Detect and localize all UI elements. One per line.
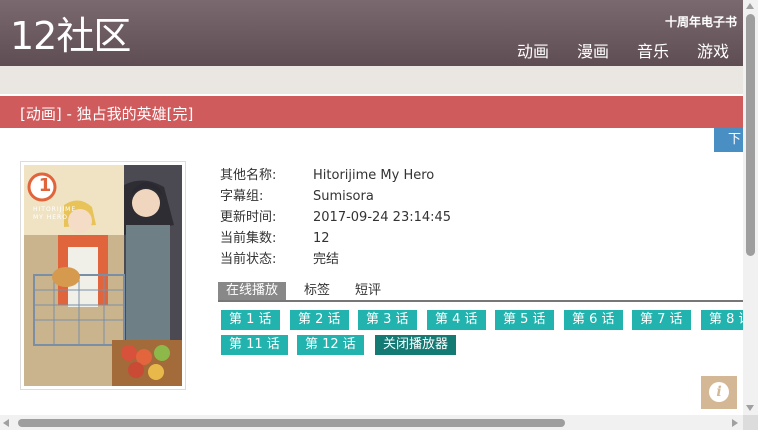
info-value: 12: [313, 231, 330, 246]
vertical-scrollbar[interactable]: [743, 0, 758, 415]
episode-button[interactable]: 第 3 话: [358, 310, 417, 330]
scrollbar-corner: [743, 415, 758, 430]
episode-button[interactable]: 第 6 话: [564, 310, 623, 330]
download-button[interactable]: 下: [714, 128, 743, 152]
episode-button[interactable]: 第 12 话: [297, 335, 364, 355]
vertical-scroll-thumb[interactable]: [746, 14, 755, 256]
page-title: [动画] - 独占我的英雄[完]: [20, 105, 194, 123]
info-button[interactable]: i: [701, 376, 737, 409]
horizontal-scrollbar[interactable]: [0, 415, 743, 430]
horizontal-scroll-thumb[interactable]: [18, 419, 565, 427]
main-nav: 动画 漫画 音乐 游戏: [517, 38, 729, 62]
episode-button[interactable]: 第 11 话: [221, 335, 288, 355]
close-player-button[interactable]: 关闭播放器: [375, 335, 457, 355]
info-label: 其他名称:: [220, 168, 277, 183]
scroll-left-arrow-icon[interactable]: [3, 419, 9, 427]
volume-number: 1: [38, 175, 52, 196]
info-label: 字幕组:: [220, 189, 264, 204]
nav-item-games[interactable]: 游戏: [697, 38, 729, 62]
tab-online-play[interactable]: 在线播放: [218, 282, 287, 300]
info-label: 更新时间:: [220, 210, 277, 225]
cover-title-line1: HITORIJIME: [33, 206, 77, 213]
episode-button[interactable]: 第 5 话: [495, 310, 554, 330]
cover-illustration: [24, 165, 182, 386]
info-value: Hitorijime My Hero: [313, 168, 435, 183]
info-icon: i: [709, 382, 729, 402]
cover-title-line2: MY HERO: [33, 214, 68, 221]
info-value: Sumisora: [313, 189, 374, 204]
nav-item-anime[interactable]: 动画: [517, 38, 549, 62]
scroll-up-arrow-icon[interactable]: [746, 3, 754, 9]
info-label: 当前状态:: [220, 252, 277, 267]
cover-image: 1 HITORIJIME MY HERO: [20, 161, 186, 390]
site-logo[interactable]: 12社区: [10, 14, 131, 58]
episode-button[interactable]: 第 2 话: [290, 310, 349, 330]
episode-button[interactable]: 第 4 话: [427, 310, 486, 330]
scroll-right-arrow-icon[interactable]: [732, 419, 738, 427]
episode-button[interactable]: 第 7 话: [632, 310, 691, 330]
site-header: 12社区 十周年电子书 动画 漫画 音乐 游戏: [0, 0, 743, 66]
anniversary-ebook-link[interactable]: 十周年电子书: [665, 13, 737, 30]
info-value: 2017-09-24 23:14:45: [313, 210, 452, 225]
nav-item-music[interactable]: 音乐: [637, 38, 669, 62]
content-tabs: 在线播放 标签 短评: [218, 282, 743, 302]
episode-button[interactable]: 第 8 话: [701, 310, 743, 330]
episode-button[interactable]: 第 1 话: [221, 310, 280, 330]
info-label: 当前集数:: [220, 231, 277, 246]
nav-item-manga[interactable]: 漫画: [577, 38, 609, 62]
info-value: 完结: [313, 252, 340, 267]
tab-short-reviews[interactable]: 短评: [355, 282, 381, 300]
page-title-bar: [动画] - 独占我的英雄[完]: [0, 96, 743, 128]
scroll-down-arrow-icon[interactable]: [746, 405, 754, 411]
tab-tags[interactable]: 标签: [304, 282, 330, 300]
sub-header-bar: [0, 66, 743, 94]
